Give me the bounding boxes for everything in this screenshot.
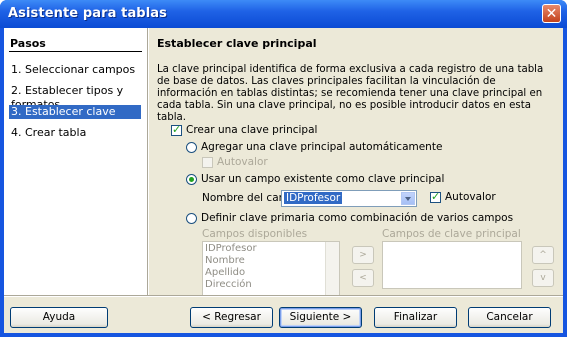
existing-field-label[interactable]: Usar un campo existente como clave princ… <box>201 173 444 185</box>
available-fields-list[interactable]: IDProfesor Nombre Apellido Dirección <box>202 241 340 297</box>
auto-pk-label[interactable]: Agregar una clave principal automáticame… <box>201 141 442 153</box>
help-button[interactable]: Ayuda <box>10 307 108 328</box>
step-set-primary-key[interactable]: 3. Establecer clave principal <box>9 105 141 132</box>
step-set-types[interactable]: 2. Establecer tipos y formatos <box>9 84 141 111</box>
title-bar[interactable]: Asistente para tablas ✕ <box>0 0 567 28</box>
steps-heading: Pasos <box>10 37 46 50</box>
add-field-button[interactable]: > <box>352 246 374 264</box>
step-create-table[interactable]: 4. Crear tabla <box>9 126 141 140</box>
remove-field-button[interactable]: < <box>352 269 374 287</box>
field-name-select[interactable]: IDProfesor <box>281 190 417 207</box>
dialog-body: Pasos 1. Seleccionar campos 2. Establece… <box>4 28 563 333</box>
finish-button[interactable]: Finalizar <box>374 307 457 328</box>
combination-pk-radio[interactable] <box>186 213 197 224</box>
auto-value-label-disabled: Autovalor <box>217 156 268 168</box>
page-content: Establecer clave principal La clave prin… <box>149 28 563 297</box>
list-item[interactable]: Nombre <box>205 255 245 267</box>
auto-value-checkbox-disabled[interactable] <box>202 157 213 168</box>
window-title: Asistente para tablas <box>8 6 167 21</box>
step-select-fields[interactable]: 1. Seleccionar campos <box>9 63 141 77</box>
divider <box>4 296 563 297</box>
list-scrollbar[interactable] <box>325 242 339 296</box>
available-fields-label: Campos disponibles <box>202 228 308 240</box>
chevron-down-icon[interactable] <box>401 192 415 205</box>
create-pk-label[interactable]: Crear una clave principal <box>186 124 317 136</box>
close-icon: ✕ <box>545 6 558 22</box>
move-up-button[interactable]: ^ <box>532 246 554 264</box>
list-item[interactable]: Apellido <box>205 267 245 279</box>
auto-value-label[interactable]: Autovalor <box>445 191 496 203</box>
close-button[interactable]: ✕ <box>542 4 561 23</box>
back-button[interactable]: < Regresar <box>190 307 273 328</box>
divider <box>9 51 142 52</box>
move-down-button[interactable]: v <box>532 269 554 287</box>
pk-fields-list[interactable] <box>382 241 522 289</box>
create-pk-checkbox[interactable] <box>171 123 182 136</box>
auto-pk-radio[interactable] <box>186 142 197 153</box>
wizard-window: Asistente para tablas ✕ Pasos 1. Selecci… <box>0 0 567 337</box>
page-title: Establecer clave principal <box>157 37 317 50</box>
existing-field-radio[interactable] <box>186 174 197 185</box>
combination-pk-label[interactable]: Definir clave primaria como combinación … <box>201 212 513 224</box>
field-name-value: IDProfesor <box>284 192 343 204</box>
description-text: La clave principal identifica de forma e… <box>157 64 544 123</box>
cancel-button[interactable]: Cancelar <box>468 307 551 328</box>
list-item[interactable]: Dirección <box>205 279 252 291</box>
list-item[interactable]: IDProfesor <box>205 243 257 255</box>
pk-fields-label: Campos de clave principal <box>382 228 521 240</box>
next-button[interactable]: Siguiente > <box>279 307 362 328</box>
steps-panel: Pasos 1. Seleccionar campos 2. Establece… <box>4 28 148 295</box>
auto-value-checkbox[interactable] <box>430 190 441 203</box>
